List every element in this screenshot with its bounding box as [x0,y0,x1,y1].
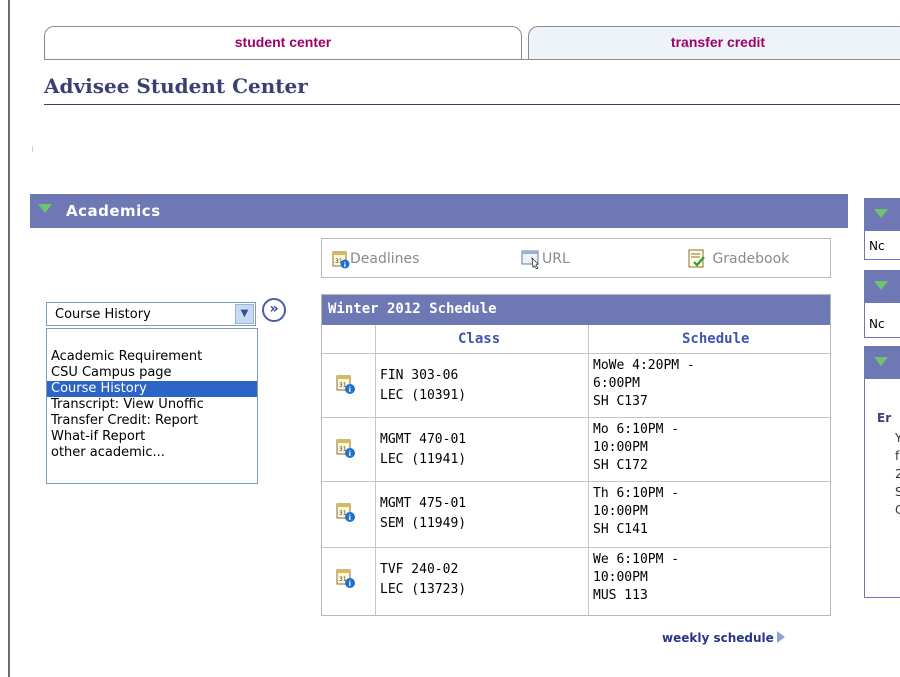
collapse-triangle-icon[interactable] [874,357,888,366]
column-header-schedule: Schedule [682,331,750,347]
class-details-icon[interactable]: 31 i [336,567,356,589]
left-frame-border [0,0,10,677]
class-name: TVF 240-02 [380,562,459,577]
collapse-triangle-icon[interactable] [874,209,888,218]
svg-text:i: i [344,261,346,269]
right-panel-3-line: 2 [895,467,900,481]
weekly-schedule-label: weekly schedule [662,631,774,645]
select-current-value: Course History [55,307,151,322]
class-name: FIN 303-06 [380,368,459,383]
academic-nav-dropdown[interactable]: Academic Requirement CSU Campus page Cou… [46,328,258,484]
svg-text:i: i [349,580,351,588]
right-panel-3-header[interactable] [864,346,900,378]
svg-text:i: i [349,514,351,522]
dropdown-option-selected[interactable]: Course History [47,381,257,397]
schedule-time: MoWe 4:20PM - [593,358,695,373]
right-panel-3-line: C [895,503,900,517]
schedule-time: We 6:10PM - [593,552,680,567]
class-section: SEM (11949) [380,516,467,531]
right-panel-2-header[interactable] [864,270,900,302]
go-button[interactable]: » [262,298,286,322]
row-divider [322,547,830,548]
gradebook-label: Gradebook [712,251,790,267]
schedule-title: Winter 2012 Schedule [328,301,497,317]
row-divider [322,481,830,482]
deadlines-label: Deadlines [350,251,420,267]
column-divider [588,325,589,615]
divider-mark [32,146,33,152]
chevron-down-icon[interactable]: ▼ [235,304,254,324]
tab-baseline [44,59,900,60]
right-panel-3-heading: Er [877,411,892,425]
arrow-right-icon [776,631,785,643]
dropdown-option[interactable]: Transcript: View Unoffic [51,397,204,413]
schedule-header: Winter 2012 Schedule [322,295,830,325]
academics-title: Academics [66,202,161,220]
schedule-time-end: 10:00PM [593,504,648,519]
svg-text:i: i [349,386,351,394]
deadlines-link[interactable]: 31 i Deadlines [332,249,419,269]
row-divider [322,417,830,418]
academic-nav-select[interactable]: Course History ▼ [46,302,256,326]
dropdown-option[interactable]: What-if Report [51,429,145,445]
class-section: LEC (10391) [380,388,467,403]
right-panel-3-line: S [895,485,900,499]
weekly-schedule-link[interactable]: weekly schedule [662,631,785,645]
url-label: URL [542,251,570,267]
url-link[interactable]: URL [520,249,570,269]
url-window-icon [521,250,539,269]
page-title: Advisee Student Center [44,74,308,98]
class-section: LEC (11941) [380,452,467,467]
collapse-triangle-icon[interactable] [874,281,888,290]
class-name: MGMT 475-01 [380,496,467,511]
right-panel-2-text: Nc [869,317,885,331]
schedule-time: Th 6:10PM - [593,486,680,501]
tab-student-center[interactable]: student center [44,26,522,60]
class-details-icon[interactable]: 31 i [336,437,356,459]
right-panel-1-body: Nc [864,230,900,260]
collapse-triangle-icon[interactable] [38,204,52,213]
right-panel-1-header[interactable] [864,198,900,230]
dropdown-option[interactable]: Academic Requirement [51,349,202,365]
gradebook-check-icon [688,249,705,268]
column-divider [375,325,376,615]
row-divider [322,353,830,354]
academics-toolbar: 31 i Deadlines URL Gradebook [321,238,831,278]
right-panel-1-text: Nc [869,239,885,253]
academics-section-header[interactable]: Academics [30,194,848,228]
schedule-room: SH C172 [593,458,648,473]
schedule-time-end: 10:00PM [593,570,648,585]
gradebook-link[interactable]: Gradebook [686,249,789,269]
schedule-room: MUS 113 [593,588,648,603]
right-panel-3-line: f [895,449,900,463]
dropdown-option[interactable]: Transfer Credit: Report [51,413,198,429]
title-divider [44,104,900,105]
right-panel-3-body: Er Y f 2 S C [864,378,900,598]
schedule-table: Winter 2012 Schedule Class Schedule 31 i… [321,294,831,616]
class-name: MGMT 470-01 [380,432,467,447]
class-details-icon[interactable]: 31 i [336,373,356,395]
class-section: LEC (13723) [380,582,467,597]
dropdown-option[interactable]: other academic... [51,445,165,461]
svg-text:i: i [349,450,351,458]
class-details-icon[interactable]: 31 i [336,501,356,523]
schedule-time: Mo 6:10PM - [593,422,680,437]
right-panel-3-line: Y [895,431,900,445]
schedule-time-end: 6:00PM [593,376,640,391]
calendar-info-icon: 31 i [332,251,350,269]
schedule-time-end: 10:00PM [593,440,648,455]
schedule-room: SH C137 [593,394,648,409]
column-header-class: Class [458,331,501,347]
tab-transfer-credit[interactable]: transfer credit [528,26,900,60]
schedule-room: SH C141 [593,522,648,537]
dropdown-option[interactable]: CSU Campus page [51,365,172,381]
right-panel-2-body: Nc [864,302,900,338]
